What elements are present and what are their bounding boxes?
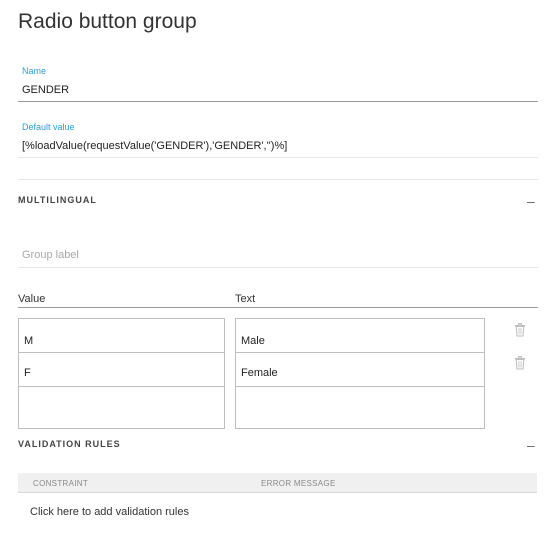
- value-cell-text: M: [24, 335, 34, 347]
- text-column: Male Female: [235, 318, 485, 429]
- value-column-header: Value: [18, 293, 46, 305]
- text-column-header: Text: [235, 293, 256, 305]
- options-header-underline: [18, 307, 538, 308]
- text-cell-text: Male: [241, 335, 265, 347]
- default-value-field[interactable]: Default value [%loadValue(requestValue('…: [18, 120, 538, 158]
- default-value-input[interactable]: [%loadValue(requestValue('GENDER'),'GEND…: [22, 140, 287, 152]
- group-label-underline: [18, 267, 538, 268]
- name-field-value[interactable]: GENDER: [22, 84, 69, 96]
- name-field-label: Name: [22, 66, 47, 76]
- name-field-underline: [18, 101, 538, 102]
- page-title: Radio button group: [18, 10, 197, 33]
- constraint-column-header: CONSTRAINT: [33, 479, 88, 488]
- value-cell[interactable]: M: [19, 319, 224, 353]
- multilingual-collapse-button[interactable]: –: [527, 194, 535, 208]
- validation-table-header: CONSTRAINT ERROR MESSAGE: [18, 473, 537, 493]
- text-cell-text: Female: [241, 367, 278, 379]
- text-cell[interactable]: Male: [236, 319, 484, 353]
- value-cell[interactable]: F: [19, 353, 224, 387]
- validation-collapse-button[interactable]: –: [527, 438, 535, 452]
- text-cell[interactable]: Female: [236, 353, 484, 387]
- multilingual-section-title: MULTILINGUAL: [18, 195, 97, 205]
- group-label-placeholder: Group label: [22, 249, 79, 261]
- name-field[interactable]: Name GENDER: [18, 64, 538, 102]
- default-value-underline: [18, 157, 538, 158]
- add-validation-rules-link[interactable]: Click here to add validation rules: [30, 506, 189, 518]
- trash-icon: [515, 356, 525, 370]
- section-divider: [18, 179, 538, 180]
- validation-section-title: VALIDATION RULES: [18, 439, 121, 449]
- delete-row-button[interactable]: [514, 356, 526, 375]
- default-value-label: Default value: [22, 122, 75, 132]
- trash-icon: [515, 323, 525, 337]
- text-cell[interactable]: [236, 387, 484, 428]
- value-cell-text: F: [24, 367, 31, 379]
- value-cell[interactable]: [19, 387, 224, 428]
- delete-row-button[interactable]: [514, 323, 526, 342]
- error-message-column-header: ERROR MESSAGE: [261, 479, 336, 488]
- value-column: M F: [18, 318, 225, 429]
- group-label-field[interactable]: Group label: [18, 244, 538, 268]
